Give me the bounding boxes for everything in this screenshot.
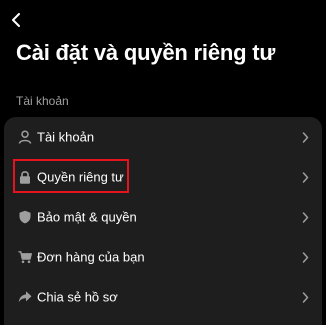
menu-item-label: Chia sẻ hồ sơ — [37, 289, 118, 305]
chevron-left-icon — [12, 13, 20, 27]
menu-item-label: Tài khoản — [37, 129, 95, 145]
cart-icon — [18, 250, 32, 264]
chevron-right-icon — [300, 171, 310, 183]
section-label: Tài khoản — [16, 94, 69, 108]
menu-item-label: Quyền riêng tư — [37, 169, 124, 185]
menu-item-privacy[interactable]: Quyền riêng tư — [4, 157, 322, 197]
shield-icon — [18, 210, 32, 224]
menu-item-label: Bảo mật & quyền — [37, 209, 137, 225]
menu-item-orders[interactable]: Đơn hàng của bạn — [4, 237, 322, 277]
chevron-right-icon — [300, 291, 310, 303]
settings-list: Tài khoản Quyền riêng tư Bảo mật & quyền — [4, 117, 322, 325]
menu-item-security[interactable]: Bảo mật & quyền — [4, 197, 322, 237]
page-title: Cài đặt và quyền riêng tư — [16, 40, 276, 65]
chevron-right-icon — [300, 251, 310, 263]
share-icon — [18, 290, 32, 304]
back-button[interactable] — [6, 9, 26, 31]
lock-icon — [18, 170, 32, 184]
chevron-right-icon — [300, 211, 310, 223]
menu-item-label: Đơn hàng của bạn — [37, 249, 145, 265]
menu-item-share-profile[interactable]: Chia sẻ hồ sơ — [4, 277, 322, 317]
chevron-right-icon — [300, 131, 310, 143]
person-icon — [18, 130, 32, 144]
menu-item-account[interactable]: Tài khoản — [4, 117, 322, 157]
